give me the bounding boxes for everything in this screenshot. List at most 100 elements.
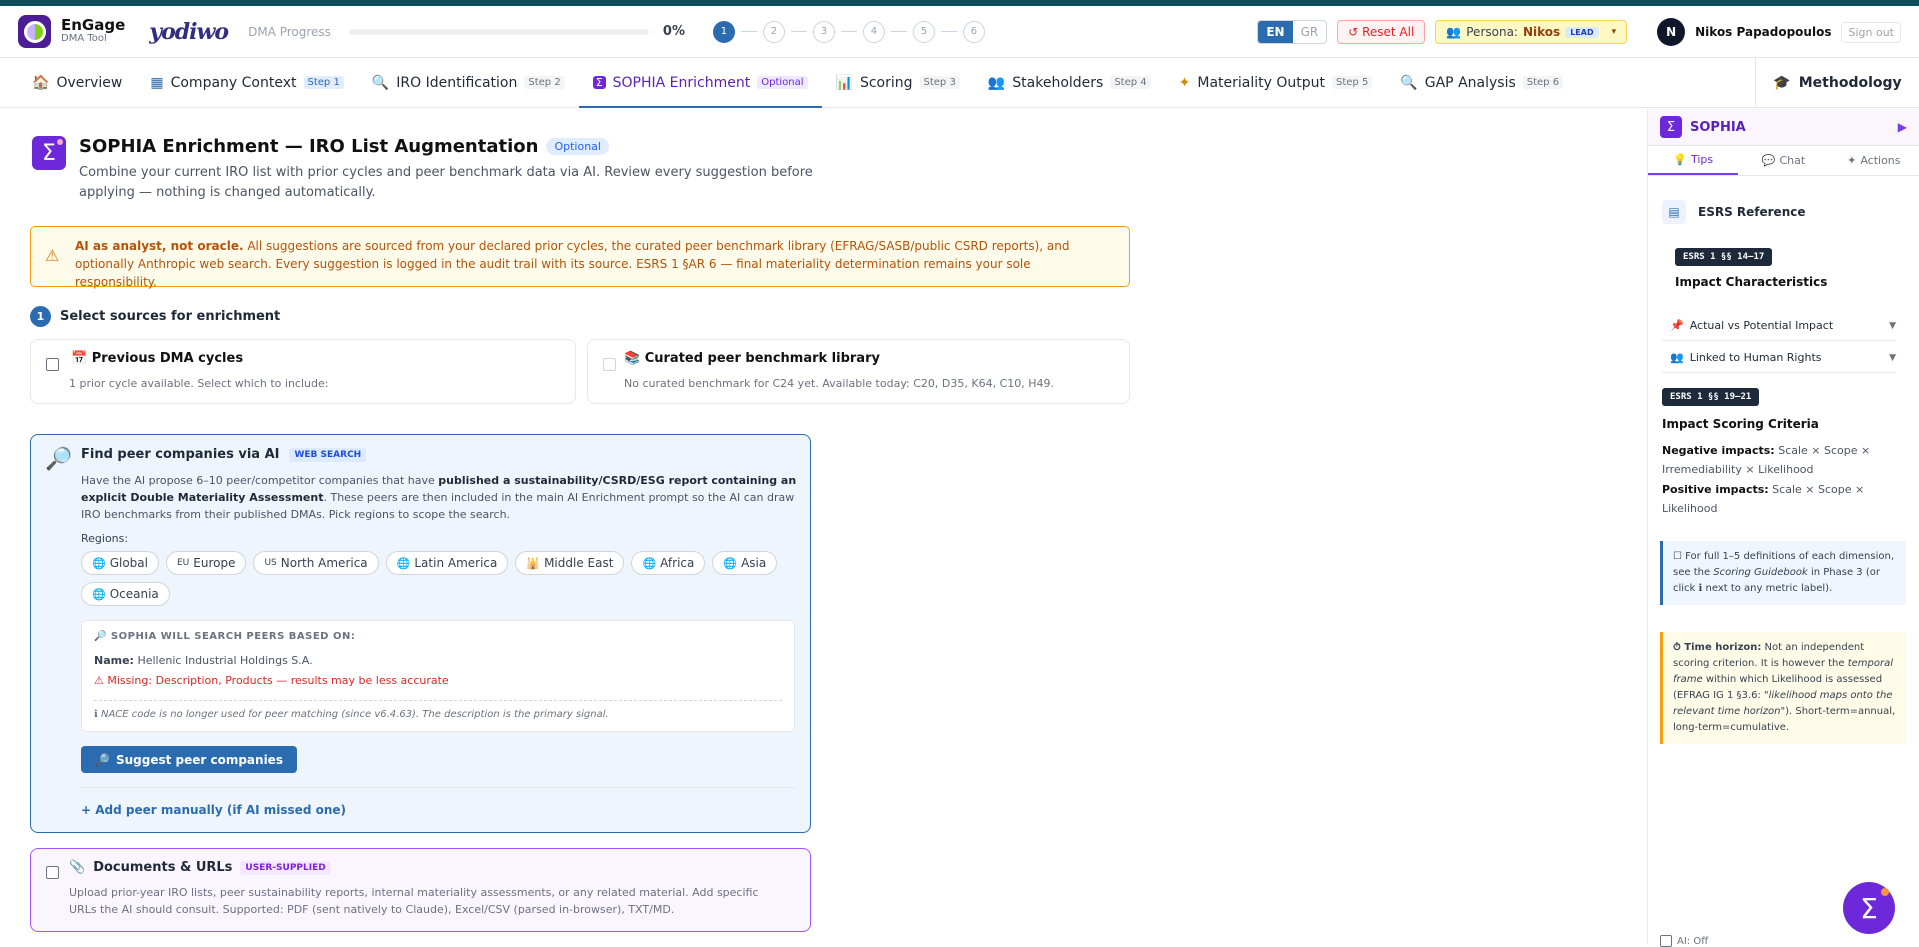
home-icon: 🏠 [32, 74, 50, 91]
main-content: Σ SOPHIA Enrichment — IRO List Augmentat… [0, 109, 1647, 944]
persona-selector[interactable]: 👥 Persona: Nikos LEAD ▾ [1435, 20, 1628, 44]
source-card-benchmark[interactable]: 📚 Curated peer benchmark library No cura… [587, 339, 1130, 404]
step-4[interactable]: 4 [862, 20, 885, 43]
chevron-down-icon: ▾ [1611, 27, 1617, 37]
nace-note: ℹ NACE code is no longer used for peer m… [94, 700, 782, 720]
progress-bar [348, 28, 649, 35]
peer-search-panel: 🔎 Find peer companies via AI WEB SEARCH H… [30, 434, 811, 833]
region-chip-north-america[interactable]: US North America [253, 551, 379, 575]
documents-checkbox[interactable] [46, 866, 59, 879]
region-chip-middle-east[interactable]: 🕌 Middle East [515, 551, 625, 575]
sparkle-icon: ✦ [1847, 154, 1857, 167]
suggest-peers-button[interactable]: 🔎 Suggest peer companies [81, 746, 297, 773]
tab-sophia-enrichment[interactable]: Σ SOPHIA Enrichment Optional [578, 58, 822, 108]
persona-name: Nikos [1522, 25, 1561, 39]
reset-all-button[interactable]: ↺ Reset All [1337, 20, 1426, 44]
region-chip-oceania[interactable]: 🌐 Oceania [81, 582, 170, 606]
impact-characteristics-heading: Impact Characteristics [1675, 275, 1828, 289]
tab-materiality-output[interactable]: ✦ Materiality Output Step 5 [1165, 58, 1387, 107]
accordion-actual-vs-potential[interactable]: 📌 Actual vs Potential Impact ▼ [1662, 311, 1896, 341]
brand-subtitle: DMA Tool [61, 32, 107, 44]
step-1[interactable]: 1 [712, 20, 735, 43]
impact-scoring-heading: Impact Scoring Criteria [1662, 417, 1819, 431]
us-flag-icon: US [264, 558, 277, 568]
benchmark-checbox[interactable] [603, 358, 616, 371]
lang-en-button[interactable]: EN [1258, 21, 1293, 43]
web-search-badge: WEB SEARCH [289, 447, 367, 462]
sigma-icon: Σ [592, 76, 606, 89]
sidebar-tab-chat[interactable]: 💬 Chat [1738, 146, 1828, 175]
region-chip-europe[interactable]: EU Europe [165, 551, 247, 575]
add-peer-manually-link[interactable]: + Add peer manually (if AI missed one) [81, 803, 346, 817]
lang-gr-button[interactable]: GR [1293, 21, 1327, 43]
table-icon: ▦ [150, 74, 164, 91]
chevron-down-icon: ▼ [1889, 352, 1896, 363]
previous-cycles-checkbox[interactable] [46, 358, 59, 371]
time-horizon-info: ⏱ Time horizon: Not an independent scori… [1660, 632, 1906, 744]
esrs-reference-title: ESRS Reference [1698, 205, 1806, 219]
search-basis-heading: 🔎 SOPHIA WILL SEARCH PEERS BASED ON: [94, 631, 356, 642]
sophia-chat-fab[interactable]: Σ [1843, 882, 1895, 934]
document-icon: ▤ [1662, 200, 1686, 224]
documents-desc: Upload prior-year IRO lists, peer sustai… [69, 886, 759, 916]
avatar[interactable]: N [1657, 18, 1686, 46]
sign-out-button[interactable]: Sign out [1841, 21, 1901, 43]
step-2[interactable]: 2 [762, 20, 785, 43]
region-chip-latin-america[interactable]: 🌐 Latin America [385, 551, 509, 575]
sidebar-title: SOPHIA [1690, 119, 1746, 135]
magnifier-icon: 🔎 [45, 447, 73, 472]
eu-flag-icon: EU [176, 558, 190, 568]
step-3[interactable]: 3 [812, 20, 835, 43]
sidebar-tab-actions[interactable]: ✦ Actions [1829, 146, 1919, 175]
sparkle-icon: ✦ [1178, 74, 1191, 91]
region-chip-africa[interactable]: 🌐 Africa [631, 551, 706, 575]
books-icon: 📚 [624, 351, 641, 366]
user-supplied-badge: USER-SUPPLIED [240, 860, 331, 875]
section-title: Select sources for enrichment [60, 309, 281, 324]
graduation-cap-icon: 🎓 [1773, 74, 1791, 91]
previous-cycles-title: Previous DMA cycles [91, 351, 244, 366]
collapse-sidebar-button[interactable]: ▶ [1898, 120, 1907, 134]
sidebar-tab-tips[interactable]: 💡 Tips [1648, 146, 1739, 175]
globe-icon: 🌐 [723, 556, 738, 570]
mosque-icon: 🕌 [526, 556, 541, 570]
tab-gap-analysis[interactable]: 🔍 GAP Analysis Step 6 [1386, 58, 1577, 107]
documents-urls-card: 📎 Documents & URLs USER-SUPPLIED Upload pr… [30, 848, 811, 932]
sidebar-tabs: 💡 Tips 💬 Chat ✦ Actions [1648, 146, 1919, 176]
ai-off-checkbox[interactable] [1660, 935, 1672, 947]
lightbulb-icon: 💡 [1673, 153, 1687, 166]
region-chips: 🌐 Global EU Europe US North America 🌐 Latin … [81, 551, 781, 606]
step-indicator: 1 2 3 4 5 6 [712, 20, 985, 43]
step-5[interactable]: 5 [912, 20, 935, 43]
methodology-button[interactable]: 🎓 Methodology [1755, 58, 1919, 107]
scoring-guidebook-info: ☐ For full 1–5 definitions of each dimen… [1660, 541, 1906, 605]
source-card-previous-cycles[interactable]: 📅 Previous DMA cycles 1 prior cycle avai… [30, 339, 576, 404]
section-number: 1 [30, 306, 51, 327]
persona-icon: 👥 [1446, 25, 1462, 39]
accordion-human-rights[interactable]: 👥 Linked to Human Rights ▼ [1662, 343, 1896, 373]
region-chip-global[interactable]: 🌐 Global [81, 551, 159, 575]
tab-overview[interactable]: 🏠 Overview [18, 58, 136, 107]
ai-toggle[interactable]: AI: Off [1660, 935, 1708, 947]
tab-scoring[interactable]: 📊 Scoring Step 3 [822, 58, 974, 107]
info-icon: ☐ [1673, 551, 1686, 562]
persona-label: Persona: [1466, 25, 1518, 39]
peer-description: Have the AI propose 6–10 peer/competitor… [81, 474, 797, 521]
app-header: EnGage DMA Tool yodiwo DMA Progress 0% 1… [0, 6, 1919, 58]
persona-role-badge: LEAD [1565, 26, 1599, 38]
brand-name: EnGage [61, 15, 126, 34]
people-icon: 👥 [987, 74, 1006, 91]
step-6[interactable]: 6 [962, 20, 985, 43]
tab-iro-identification[interactable]: 🔍 IRO Identification Step 2 [358, 58, 579, 107]
region-chip-asia[interactable]: 🌐 Asia [712, 551, 778, 575]
esrs-pill-14-17: ESRS 1 §§ 14–17 [1675, 248, 1773, 266]
tab-stakeholders[interactable]: 👥 Stakeholders Step 4 [974, 58, 1165, 107]
warning-banner: ⚠ AI as analyst, not oracle. All suggest… [30, 226, 1130, 289]
company-name-line: Name: Hellenic Industrial Holdings S.A. [94, 654, 313, 667]
search-icon: 🔍 [1400, 74, 1418, 91]
globe-icon: 🌐 [642, 556, 657, 570]
search-icon: 🔎 [95, 752, 110, 767]
brand: EnGage DMA Tool [61, 15, 126, 46]
tab-company-context[interactable]: ▦ Company Context Step 1 [136, 58, 357, 107]
globe-icon: 🌐 [92, 556, 106, 570]
